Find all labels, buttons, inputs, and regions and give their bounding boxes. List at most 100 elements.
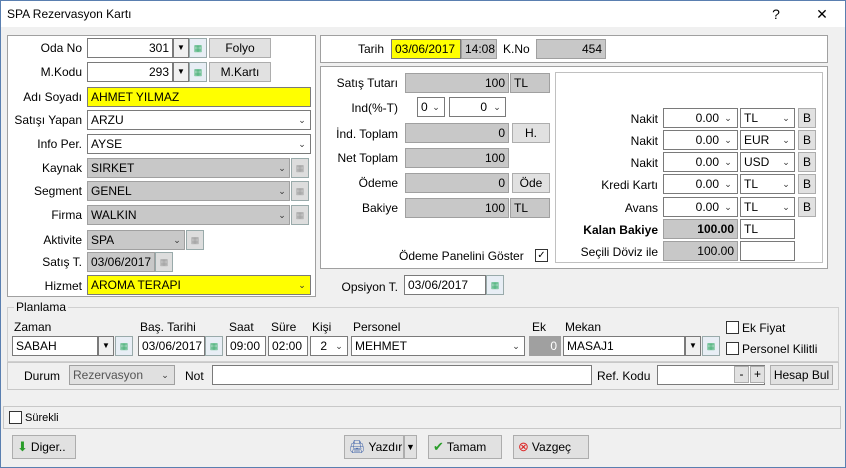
mekan-input[interactable]: MASAJ1: [563, 336, 685, 356]
personel-kilitli-label: Personel Kilitli: [742, 342, 818, 356]
oda-no-lookup-icon[interactable]: ▦: [189, 38, 207, 58]
kaynak-lookup-icon[interactable]: ▦: [291, 158, 309, 178]
mkodu-label: M.Kodu: [40, 65, 82, 79]
chevron-down-icon: ⌄: [724, 157, 732, 167]
payment-label: Kredi Kartı: [601, 178, 658, 192]
zaman-input[interactable]: SABAH: [12, 336, 98, 356]
segment-select[interactable]: GENEL: [87, 181, 290, 201]
close-button[interactable]: ✕: [807, 3, 837, 25]
chevron-down-icon: ⌄: [782, 157, 790, 167]
tamam-button[interactable]: ✔ Tamam: [428, 435, 502, 459]
adi-soyadi-input[interactable]: AHMET YILMAZ: [87, 87, 311, 107]
calendar-icon[interactable]: ▦: [205, 336, 223, 356]
chevron-down-icon: ⌄: [724, 113, 732, 123]
vazgec-button[interactable]: ⊗ Vazgeç: [513, 435, 589, 459]
ind-toplam-label: İnd. Toplam: [336, 127, 398, 141]
chevron-down-icon: ⌄: [724, 202, 732, 212]
oda-no-input[interactable]: 301: [87, 38, 173, 58]
ek-fiyat-label: Ek Fiyat: [742, 321, 786, 335]
payment-b-button[interactable]: B: [798, 197, 816, 217]
secili-doviz-display: 100.00: [663, 241, 738, 261]
firma-lookup-icon[interactable]: ▦: [291, 205, 309, 225]
satis-tutari-currency: TL: [510, 73, 550, 93]
payment-label: Avans: [624, 201, 658, 215]
yazdir-button[interactable]: 🖨 Yazdır: [344, 435, 404, 459]
satis-tutari-display: 100: [405, 73, 509, 93]
segment-label: Segment: [33, 184, 82, 198]
aktivite-lookup-icon[interactable]: ▦: [186, 230, 204, 250]
ode-button[interactable]: Öde: [512, 173, 550, 193]
kno-display: 454: [536, 39, 606, 59]
chevron-down-icon: ⌄: [432, 102, 440, 112]
mekan-lookup-icon[interactable]: ▦: [702, 336, 720, 356]
help-button[interactable]: ?: [761, 3, 791, 25]
yazdir-dropdown[interactable]: ▼: [404, 435, 417, 459]
odeme-display: 0: [405, 173, 509, 193]
surekli-checkbox[interactable]: [9, 411, 22, 424]
satisi-yapan-select[interactable]: ARZU: [87, 110, 311, 130]
calendar-icon[interactable]: ▦: [486, 275, 504, 295]
payment-b-button[interactable]: B: [798, 108, 816, 128]
sure-label: Süre: [271, 320, 297, 334]
oda-no-dropdown[interactable]: ▼: [173, 38, 189, 58]
surekli-bar: [3, 406, 841, 429]
mekan-label: Mekan: [565, 320, 602, 334]
not-label: Not: [185, 369, 204, 383]
mkodu-dropdown[interactable]: ▼: [173, 62, 189, 82]
opsiyon-input[interactable]: 03/06/2017: [404, 275, 486, 295]
chevron-down-icon: ⌄: [512, 341, 520, 351]
yazdir-button-label: Yazdır: [368, 440, 403, 454]
payment-b-button[interactable]: B: [798, 152, 816, 172]
zaman-dropdown[interactable]: ▼: [98, 336, 114, 356]
ref-minus-button[interactable]: -: [734, 366, 749, 383]
bas-tarihi-input[interactable]: 03/06/2017: [138, 336, 205, 356]
kaynak-select[interactable]: SIRKET: [87, 158, 290, 178]
hesap-bul-button[interactable]: Hesap Bul: [770, 365, 833, 385]
zaman-lookup-icon[interactable]: ▦: [115, 336, 133, 356]
saat-input[interactable]: 09:00: [226, 336, 266, 356]
ref-kodu-label: Ref. Kodu: [597, 369, 651, 383]
mkodu-input[interactable]: 293: [87, 62, 173, 82]
h-button[interactable]: H.: [512, 123, 550, 143]
mekan-dropdown[interactable]: ▼: [685, 336, 701, 356]
aktivite-label: Aktivite: [43, 233, 82, 247]
satis-t-input[interactable]: 03/06/2017: [87, 252, 155, 272]
personel-label: Personel: [353, 320, 401, 334]
personel-kilitli-checkbox[interactable]: [726, 342, 739, 355]
kalan-bakiye-label: Kalan Bakiye: [583, 223, 658, 237]
folyo-button[interactable]: Folyo: [209, 38, 271, 58]
payment-label: Nakit: [630, 112, 658, 126]
surekli-label: Sürekli: [25, 412, 59, 424]
sure-input[interactable]: 02:00: [268, 336, 308, 356]
saat-label: Saat: [229, 320, 254, 334]
chevron-down-icon: ⌄: [782, 113, 790, 123]
mkodu-lookup-icon[interactable]: ▦: [189, 62, 207, 82]
arrow-down-icon: ⬇: [17, 439, 28, 454]
payment-b-button[interactable]: B: [798, 130, 816, 150]
tamam-button-label: Tamam: [446, 440, 487, 454]
firma-select[interactable]: WALKIN: [87, 205, 290, 225]
mkarti-button[interactable]: M.Kartı: [209, 62, 271, 82]
ek-label: Ek: [532, 320, 547, 334]
diger-button[interactable]: ⬇ Diger..: [12, 435, 76, 459]
info-per-select[interactable]: AYSE: [87, 134, 311, 154]
payment-label: Nakit: [630, 156, 658, 170]
chevron-down-icon: ⌄: [724, 135, 732, 145]
hizmet-select[interactable]: AROMA TERAPI: [87, 275, 311, 295]
ref-plus-button[interactable]: +: [750, 366, 765, 383]
cancel-icon: ⊗: [518, 439, 529, 454]
bakiye-currency: TL: [510, 198, 550, 218]
not-input[interactable]: [212, 365, 592, 385]
payment-b-button[interactable]: B: [798, 174, 816, 194]
bas-tarihi-label: Baş. Tarihi: [140, 320, 196, 334]
kalan-bakiye-display: 100.00: [663, 219, 738, 239]
ek-fiyat-checkbox[interactable]: [726, 321, 739, 334]
odeme-panel-checkbox[interactable]: ✓: [535, 249, 548, 262]
info-per-label: Info Per.: [37, 137, 82, 151]
tarih-input[interactable]: 03/06/2017: [391, 39, 461, 59]
calendar-icon[interactable]: ▦: [155, 252, 173, 272]
segment-lookup-icon[interactable]: ▦: [291, 181, 309, 201]
saat-display: 14:08: [461, 39, 497, 59]
chevron-down-icon: ⌄: [335, 341, 343, 351]
personel-select[interactable]: MEHMET: [351, 336, 525, 356]
